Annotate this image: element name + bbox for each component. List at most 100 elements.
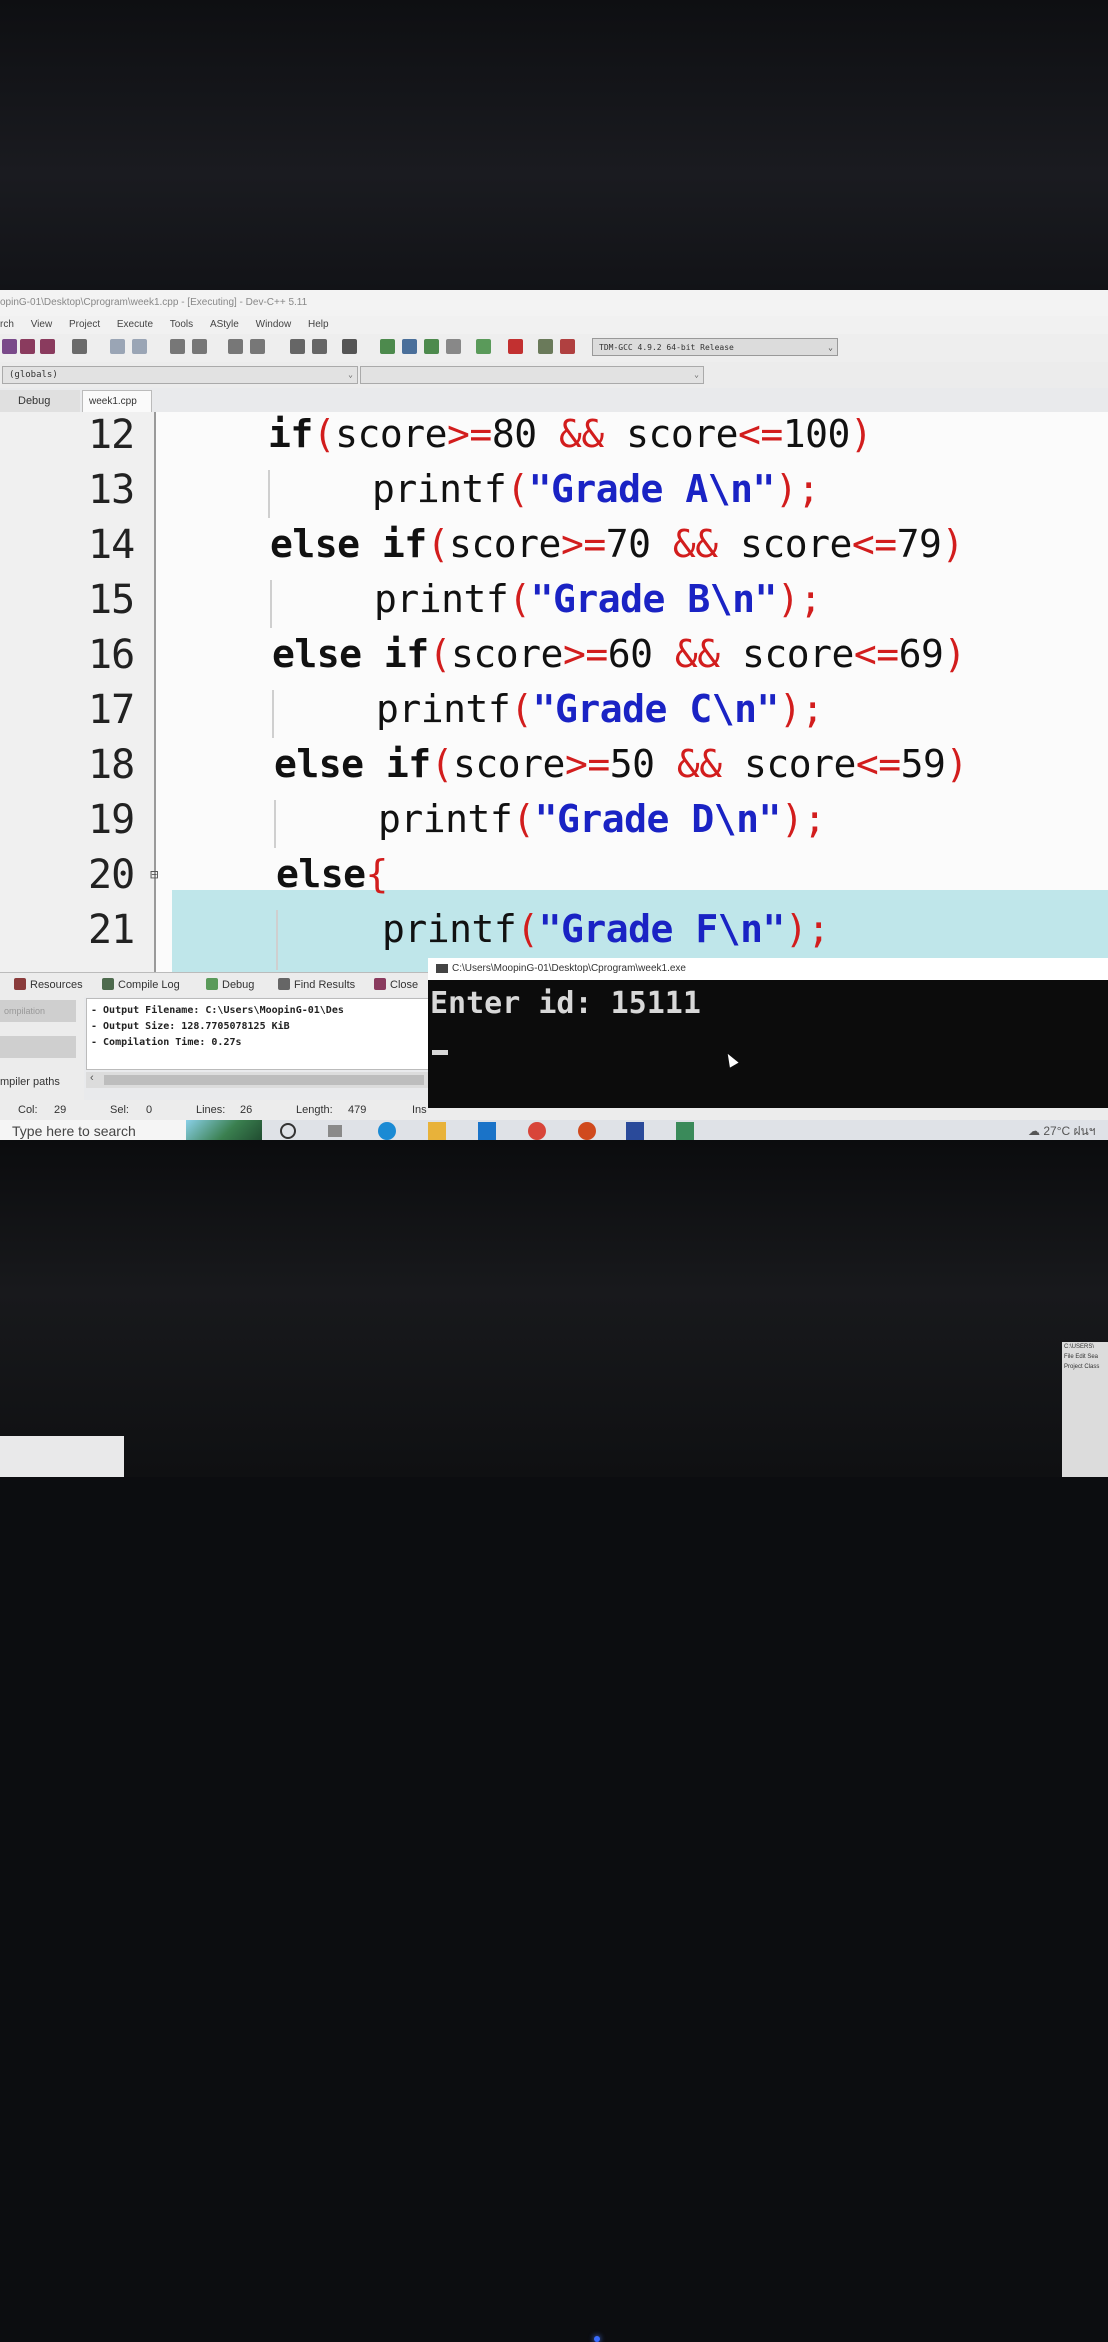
log-line: - Compilation Time: 0.27s bbox=[91, 1037, 242, 1048]
console-title-bar[interactable]: C:\Users\MoopinG-01\Desktop\Cprogram\wee… bbox=[428, 958, 1108, 980]
adjacent-screen-left bbox=[0, 1436, 124, 1477]
syntax-check-icon[interactable] bbox=[476, 339, 491, 354]
adjacent-screen-right: C:\USERS\ File Edit Sea Project Class bbox=[1062, 1342, 1108, 1477]
abort-compilation-button[interactable]: ompilation bbox=[0, 1000, 76, 1022]
second-window-title: C:\USERS\ bbox=[1064, 1344, 1095, 1350]
compile-icon[interactable] bbox=[380, 339, 395, 354]
chevron-down-icon: ⌄ bbox=[348, 370, 353, 379]
code-line-12: if(score>=80 && score<=100) bbox=[268, 412, 873, 456]
window-title-bar: opinG-01\Desktop\Cprogram\week1.cpp - [E… bbox=[0, 290, 1108, 316]
toggle-bookmark-icon[interactable] bbox=[342, 339, 357, 354]
open-icon[interactable] bbox=[20, 339, 35, 354]
code-editor[interactable]: 12 13 14 15 16 17 18 19 20 21 ⊟ if(score… bbox=[82, 412, 1108, 972]
chart-icon[interactable] bbox=[538, 339, 553, 354]
tab-resources[interactable]: Resources bbox=[14, 976, 83, 994]
chrome-icon[interactable] bbox=[528, 1122, 546, 1140]
powerpoint-icon[interactable] bbox=[578, 1122, 596, 1140]
save-all-icon[interactable] bbox=[40, 339, 55, 354]
console-window[interactable]: Enter id: 15111 bbox=[428, 980, 1108, 1108]
devcpp-taskbar-icon[interactable] bbox=[626, 1122, 644, 1140]
rebuild-icon[interactable] bbox=[446, 339, 461, 354]
line-number: 12 bbox=[88, 412, 135, 458]
length-value: 479 bbox=[348, 1104, 367, 1116]
menu-help[interactable]: Help bbox=[308, 316, 329, 334]
scope-value: (globals) bbox=[9, 370, 58, 380]
weather-text: 27°C ฝนฯ bbox=[1043, 1124, 1096, 1138]
line-number: 17 bbox=[88, 687, 135, 733]
find-results-icon bbox=[278, 978, 290, 990]
find-icon[interactable] bbox=[170, 339, 185, 354]
tab-resources-label: Resources bbox=[30, 979, 83, 991]
console-text-cursor bbox=[432, 1050, 448, 1055]
line-number: 14 bbox=[88, 522, 135, 568]
indent-guide bbox=[268, 470, 270, 518]
new-file-icon[interactable] bbox=[2, 339, 17, 354]
code-line-15: printf("Grade B\n"); bbox=[374, 577, 822, 621]
lines-value: 26 bbox=[240, 1104, 253, 1116]
tab-find-results[interactable]: Find Results bbox=[278, 976, 355, 994]
file-explorer-icon[interactable] bbox=[428, 1122, 446, 1140]
menu-view[interactable]: View bbox=[31, 316, 53, 334]
run-icon[interactable] bbox=[402, 339, 417, 354]
cortana-icon[interactable] bbox=[280, 1123, 296, 1139]
menu-project[interactable]: Project bbox=[69, 316, 100, 334]
taskbar-search[interactable]: Type here to search bbox=[0, 1120, 262, 1142]
toolbar: TDM-GCC 4.9.2 64-bit Release ⌄ bbox=[0, 334, 1108, 362]
redo-icon[interactable] bbox=[132, 339, 147, 354]
col-label: Col: bbox=[18, 1104, 38, 1116]
menu-astyle[interactable]: AStyle bbox=[210, 316, 239, 334]
editor-tab-week1[interactable]: week1.cpp bbox=[82, 390, 152, 412]
search-highlight-image bbox=[186, 1120, 262, 1142]
edge-icon[interactable] bbox=[378, 1122, 396, 1140]
unindent-icon[interactable] bbox=[250, 339, 265, 354]
line-number: 18 bbox=[88, 742, 135, 788]
tab-close[interactable]: Close bbox=[374, 976, 418, 994]
tab-compile-log[interactable]: Compile Log bbox=[102, 976, 180, 994]
console-taskbar-icon[interactable] bbox=[676, 1122, 694, 1140]
bookmark-next-icon[interactable] bbox=[312, 339, 327, 354]
code-line-13: printf("Grade A\n"); bbox=[372, 467, 820, 511]
horizontal-scrollbar[interactable]: ‹ bbox=[86, 1072, 431, 1088]
menu-tools[interactable]: Tools bbox=[170, 316, 193, 334]
indent-guide bbox=[270, 580, 272, 628]
menu-window[interactable]: Window bbox=[256, 316, 292, 334]
console-output: Enter id: 15111 bbox=[430, 986, 701, 1021]
scope-bar: (globals) ⌄ ⌄ bbox=[0, 362, 1108, 388]
code-line-20: else{ bbox=[276, 852, 388, 896]
search-placeholder: Type here to search bbox=[12, 1123, 136, 1139]
col-value: 29 bbox=[54, 1104, 67, 1116]
menu-execute[interactable]: Execute bbox=[117, 316, 153, 334]
sel-label: Sel: bbox=[110, 1104, 129, 1116]
fold-collapse-icon[interactable]: ⊟ bbox=[150, 867, 158, 883]
compile-run-icon[interactable] bbox=[424, 339, 439, 354]
task-view-icon[interactable] bbox=[328, 1125, 342, 1137]
tab-debug[interactable]: Debug bbox=[206, 976, 254, 994]
log-line: - Output Filename: C:\Users\MoopinG-01\D… bbox=[91, 1005, 344, 1016]
indent-icon[interactable] bbox=[228, 339, 243, 354]
scope-select[interactable]: (globals) ⌄ bbox=[2, 366, 358, 384]
insert-mode: Ins bbox=[412, 1104, 427, 1116]
mouse-pointer-icon bbox=[723, 1051, 739, 1068]
compiler-select-value: TDM-GCC 4.9.2 64-bit Release bbox=[599, 343, 734, 352]
menu-search[interactable]: rch bbox=[0, 316, 14, 334]
console-app-icon bbox=[436, 964, 448, 973]
scroll-left-icon[interactable]: ‹ bbox=[90, 1072, 94, 1084]
left-panel-tab-debug[interactable]: Debug bbox=[0, 390, 80, 412]
monitor-top-bezel bbox=[0, 0, 1108, 290]
compile-log-output: - Output Filename: C:\Users\MoopinG-01\D… bbox=[86, 998, 431, 1070]
replace-icon[interactable] bbox=[192, 339, 207, 354]
stop-icon[interactable] bbox=[508, 339, 523, 354]
bookmark-prev-icon[interactable] bbox=[290, 339, 305, 354]
indent-guide bbox=[272, 690, 274, 738]
undo-icon[interactable] bbox=[110, 339, 125, 354]
profile-icon[interactable] bbox=[560, 339, 575, 354]
indent-guide bbox=[274, 800, 276, 848]
shorten-paths-button[interactable] bbox=[0, 1036, 76, 1058]
mail-icon[interactable] bbox=[478, 1122, 496, 1140]
log-line: - Output Size: 128.7705078125 KiB bbox=[91, 1021, 290, 1032]
function-select[interactable]: ⌄ bbox=[360, 366, 704, 384]
compiler-select[interactable]: TDM-GCC 4.9.2 64-bit Release ⌄ bbox=[592, 338, 838, 356]
scrollbar-thumb[interactable] bbox=[104, 1075, 424, 1085]
weather-widget[interactable]: ☁ 27°C ฝนฯ bbox=[1028, 1120, 1108, 1142]
print-icon[interactable] bbox=[72, 339, 87, 354]
